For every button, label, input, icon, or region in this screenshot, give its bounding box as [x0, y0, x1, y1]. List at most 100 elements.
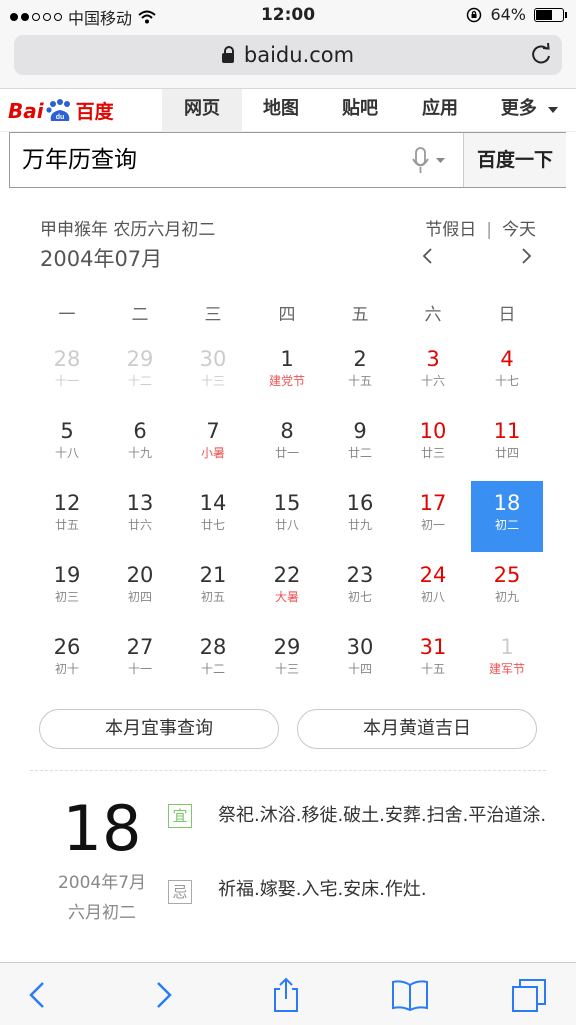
reload-icon[interactable] [530, 43, 552, 65]
lunar-label: 十三 [274, 662, 299, 676]
forward-icon[interactable] [143, 977, 183, 1013]
next-month-icon[interactable] [516, 246, 536, 266]
calendar-day[interactable]: 27 十一 [104, 625, 176, 696]
calendar-day[interactable]: 23 初七 [324, 553, 396, 624]
nav-item-tieba[interactable]: 贴吧 [320, 89, 400, 131]
calendar-day[interactable]: 14 廿七 [177, 481, 249, 552]
day-number: 17 [419, 491, 447, 515]
rotation-lock-icon [467, 7, 482, 22]
day-number: 30 [346, 635, 374, 659]
divider [30, 770, 546, 771]
weekday-label: 三 [204, 305, 222, 325]
lunar-label: 十一 [54, 374, 79, 388]
calendar-day[interactable]: 29 十二 [104, 337, 176, 408]
share-icon[interactable] [266, 977, 306, 1013]
day-number: 3 [426, 347, 440, 371]
calendar-day[interactable]: 9 廿二 [324, 409, 396, 480]
day-number: 7 [206, 419, 220, 443]
calendar-day[interactable]: 2 十五 [324, 337, 396, 408]
calendar-day[interactable]: 4 十七 [471, 337, 543, 408]
calendar-day[interactable]: 31 十五 [397, 625, 469, 696]
day-number: 6 [133, 419, 147, 443]
day-number: 19 [53, 563, 81, 587]
calendar-day[interactable]: 28 十一 [31, 337, 103, 408]
calendar-day[interactable]: 12 廿五 [31, 481, 103, 552]
lunar-label: 十五 [420, 662, 445, 676]
calendar-day[interactable]: 21 初五 [177, 553, 249, 624]
calendar-day[interactable]: 26 初十 [31, 625, 103, 696]
day-number: 20 [126, 563, 154, 587]
calendar-day[interactable]: 1 建党节 [251, 337, 323, 408]
calendar-day[interactable]: 10 廿三 [397, 409, 469, 480]
nav-item-web[interactable]: 网页 [162, 89, 242, 131]
selected-solar-month: 2004年7月 [57, 873, 147, 893]
baidu-logo[interactable]: Bai du 百度 [8, 97, 114, 124]
calendar-day[interactable]: 29 十三 [251, 625, 323, 696]
address-url: baidu.com [243, 43, 355, 67]
month-huangdao-button[interactable]: 本月黄道吉日 [297, 709, 537, 749]
calendar-day[interactable]: 19 初三 [31, 553, 103, 624]
calendar-day[interactable]: 25 初九 [471, 553, 543, 624]
calendar-day[interactable]: 30 十三 [177, 337, 249, 408]
month-yishi-button[interactable]: 本月宜事查询 [39, 709, 279, 749]
caret-down-icon [548, 107, 559, 113]
address-bar[interactable]: baidu.com [14, 35, 562, 75]
month-title[interactable]: 2004年07月 [40, 243, 162, 273]
lunar-label: 初五 [200, 590, 225, 604]
calendar-day-selected[interactable]: 18 初二 [471, 481, 543, 552]
lunar-label: 初八 [420, 590, 445, 604]
holiday-controls: 节假日 | 今天 [425, 215, 536, 240]
lunar-label: 小暑 [200, 446, 225, 460]
search-button[interactable]: 百度一下 [463, 133, 566, 187]
back-icon[interactable] [18, 977, 58, 1013]
paw-icon: du [46, 98, 70, 121]
weekday-label: 六 [424, 305, 442, 325]
calendar-day[interactable]: 3 十六 [397, 337, 469, 408]
day-number: 5 [60, 419, 74, 443]
calendar-day[interactable]: 7 小暑 [177, 409, 249, 480]
address-text-wrap: baidu.com [14, 43, 562, 67]
yi-badge: 宜 [168, 804, 192, 828]
calendar-day[interactable]: 11 廿四 [471, 409, 543, 480]
calendar-day[interactable]: 24 初八 [397, 553, 469, 624]
calendar-day[interactable]: 8 廿一 [251, 409, 323, 480]
lunar-label: 十二 [127, 374, 152, 388]
search-input[interactable]: 万年历查询 [10, 133, 463, 187]
day-number: 26 [53, 635, 81, 659]
today-link[interactable]: 今天 [502, 220, 536, 240]
day-number: 1 [280, 347, 294, 371]
nav-item-more[interactable]: 更多 [490, 89, 570, 131]
day-number: 8 [280, 419, 294, 443]
lunar-label: 初十 [54, 662, 79, 676]
lunar-label: 十二 [200, 662, 225, 676]
prev-month-icon[interactable] [418, 246, 438, 266]
holiday-link[interactable]: 节假日 [425, 220, 476, 240]
nav-item-map[interactable]: 地图 [242, 89, 320, 131]
calendar-day[interactable]: 15 廿八 [251, 481, 323, 552]
lunar-label: 廿一 [274, 446, 299, 460]
calendar-day[interactable]: 5 十八 [31, 409, 103, 480]
microphone-icon[interactable] [410, 146, 450, 176]
status-bar: 中国移动 12:00 64% [0, 0, 576, 30]
tabs-icon[interactable] [510, 977, 550, 1013]
calendar-day[interactable]: 30 十四 [324, 625, 396, 696]
calendar-day[interactable]: 1 建军节 [471, 625, 543, 696]
baidu-nav: Bai du 百度 网页 地图 贴吧 应用 更多 [0, 89, 576, 132]
calendar-day[interactable]: 22 大暑 [251, 553, 323, 624]
calendar-day[interactable]: 28 十二 [177, 625, 249, 696]
weekday-label: 日 [498, 305, 516, 325]
calendar-day[interactable]: 20 初四 [104, 553, 176, 624]
day-number: 30 [199, 347, 227, 371]
battery-percent: 64% [490, 5, 526, 24]
lunar-label: 初一 [420, 518, 445, 532]
calendar-day[interactable]: 17 初一 [397, 481, 469, 552]
calendar-day[interactable]: 6 十九 [104, 409, 176, 480]
nav-item-apps[interactable]: 应用 [400, 89, 480, 131]
calendar-day[interactable]: 13 廿六 [104, 481, 176, 552]
bookmarks-icon[interactable] [390, 977, 430, 1013]
day-number: 28 [199, 635, 227, 659]
day-number: 1 [500, 635, 514, 659]
calendar-day[interactable]: 16 廿九 [324, 481, 396, 552]
ganzhi-year: 甲申猴年 农历六月初二 [40, 220, 216, 240]
lunar-label: 十一 [127, 662, 152, 676]
